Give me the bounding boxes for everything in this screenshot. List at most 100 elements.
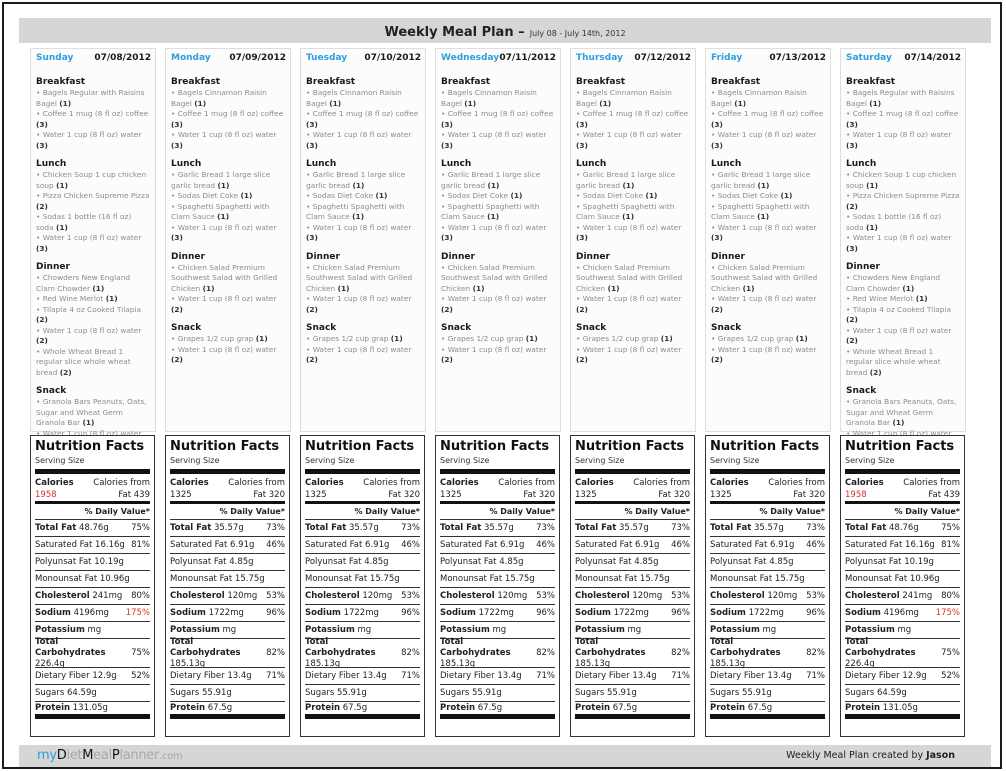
food-item[interactable]: • Water 1 cup (8 fl oz) water (3) <box>36 233 151 254</box>
food-item[interactable]: • Pizza Chicken Supreme Pizza (2) <box>36 191 151 212</box>
food-item[interactable]: • Coffee 1 mug (8 fl oz) coffee (3) <box>576 109 691 130</box>
food-item[interactable]: • Water 1 cup (8 fl oz) water (3) <box>306 223 421 244</box>
food-item[interactable]: • Water 1 cup (8 fl oz) water (3) <box>171 130 286 151</box>
food-item[interactable]: • Water 1 cup (8 fl oz) water (2) <box>846 326 961 347</box>
food-item[interactable]: • Sodas Diet Coke (1) <box>171 191 286 202</box>
nutrient-row-sugars: Sugars 64.59g <box>845 685 960 702</box>
site-logo[interactable]: myDietMealPlanner.com <box>37 748 183 763</box>
nutrient-label: Potassium mg <box>305 625 371 636</box>
food-item[interactable]: • Water 1 cup (8 fl oz) water (3) <box>576 130 691 151</box>
food-item[interactable]: • Coffee 1 mug (8 fl oz) coffee (3) <box>441 109 556 130</box>
food-item[interactable]: • Garlic Bread 1 large slice garlic brea… <box>306 170 421 191</box>
food-item[interactable]: • Pizza Chicken Supreme Pizza (2) <box>846 191 961 212</box>
food-item[interactable]: • Coffee 1 mug (8 fl oz) coffee (3) <box>306 109 421 130</box>
food-item[interactable]: • Water 1 cup (8 fl oz) water (3) <box>441 130 556 151</box>
food-item[interactable]: • Coffee 1 mug (8 fl oz) coffee (3) <box>711 109 826 130</box>
food-item[interactable]: • Garlic Bread 1 large slice garlic brea… <box>171 170 286 191</box>
food-item[interactable]: • Water 1 cup (8 fl oz) water (3) <box>576 223 691 244</box>
food-item[interactable]: • Water 1 cup (8 fl oz) water (2) <box>441 345 556 366</box>
days-row: Sunday 07/08/2012 Breakfast • Bagels Regula… <box>30 48 970 448</box>
food-item[interactable]: • Bagels Cinnamon Raisin Bagel (1) <box>711 88 826 109</box>
food-item[interactable]: • Red Wine Merlot (1) <box>846 294 961 305</box>
food-item[interactable]: • Chicken Salad Premium Southwest Salad … <box>441 263 556 295</box>
food-item[interactable]: • Bagels Regular with Raisins Bagel (1) <box>846 88 961 109</box>
food-item[interactable]: • Tilapia 4 oz Cooked Tilapia (2) <box>846 305 961 326</box>
food-item[interactable]: • Water 1 cup (8 fl oz) water (2) <box>576 345 691 366</box>
food-item[interactable]: • Bagels Cinnamon Raisin Bagel (1) <box>306 88 421 109</box>
food-item[interactable]: • Red Wine Merlot (1) <box>36 294 151 305</box>
food-item[interactable]: • Coffee 1 mug (8 fl oz) coffee (3) <box>36 109 151 130</box>
food-item[interactable]: • Grapes 1/2 cup grap (1) <box>576 334 691 345</box>
food-item[interactable]: • Granola Bars Peanuts, Oats, Sugar and … <box>846 397 961 429</box>
food-item[interactable]: • Water 1 cup (8 fl oz) water (3) <box>441 223 556 244</box>
food-item[interactable]: • Bagels Cinnamon Raisin Bagel (1) <box>576 88 691 109</box>
food-item[interactable]: • Water 1 cup (8 fl oz) water (2) <box>306 294 421 315</box>
food-item[interactable]: • Chicken Salad Premium Southwest Salad … <box>711 263 826 295</box>
food-item[interactable]: • Sodas 1 bottle (16 fl oz) soda (1) <box>846 212 961 233</box>
food-item[interactable]: • Bagels Cinnamon Raisin Bagel (1) <box>171 88 286 109</box>
food-item[interactable]: • Water 1 cup (8 fl oz) water (2) <box>711 294 826 315</box>
food-item[interactable]: • Water 1 cup (8 fl oz) water (2) <box>576 294 691 315</box>
food-quantity: (3) <box>846 140 858 150</box>
food-item[interactable]: • Water 1 cup (8 fl oz) water (3) <box>171 223 286 244</box>
food-item[interactable]: • Sodas Diet Coke (1) <box>711 191 826 202</box>
food-item[interactable]: • Spaghetti Spaghetti with Clam Sauce (1… <box>711 202 826 223</box>
food-item[interactable]: • Chowders New England Clam Chowder (1) <box>846 273 961 294</box>
food-item[interactable]: • Chicken Salad Premium Southwest Salad … <box>306 263 421 295</box>
food-quantity: (3) <box>711 233 723 242</box>
food-item[interactable]: • Sodas 1 bottle (16 fl oz) soda (1) <box>36 212 151 233</box>
food-item[interactable]: • Chicken Soup 1 cup chicken soup (1) <box>846 170 961 191</box>
food-item[interactable]: • Water 1 cup (8 fl oz) water (3) <box>846 130 961 151</box>
food-item[interactable]: • Grapes 1/2 cup grap (1) <box>171 334 286 345</box>
food-item[interactable]: • Water 1 cup (8 fl oz) water (3) <box>36 130 151 151</box>
day-date: 07/09/2012 <box>229 53 286 63</box>
food-item[interactable]: • Water 1 cup (8 fl oz) water (2) <box>36 326 151 347</box>
calories-block: Calories 1325 Calories from Fat 320 <box>170 474 285 501</box>
food-item[interactable]: • Spaghetti Spaghetti with Clam Sauce (1… <box>576 202 691 223</box>
food-item[interactable]: • Bagels Regular with Raisins Bagel (1) <box>36 88 151 109</box>
food-item[interactable]: • Chicken Soup 1 cup chicken soup (1) <box>36 170 151 191</box>
food-item[interactable]: • Tilapia 4 oz Cooked Tilapia (2) <box>36 305 151 326</box>
food-item[interactable]: • Water 1 cup (8 fl oz) water (3) <box>711 223 826 244</box>
food-name: • Grapes 1/2 cup grap <box>711 334 794 343</box>
food-item[interactable]: • Bagels Cinnamon Raisin Bagel (1) <box>441 88 556 109</box>
food-item[interactable]: • Water 1 cup (8 fl oz) water (2) <box>441 294 556 315</box>
food-item[interactable]: • Water 1 cup (8 fl oz) water (2) <box>306 345 421 366</box>
food-item[interactable]: • Spaghetti Spaghetti with Clam Sauce (1… <box>306 202 421 223</box>
food-item[interactable]: • Chicken Salad Premium Southwest Salad … <box>576 263 691 295</box>
food-item[interactable]: • Garlic Bread 1 large slice garlic brea… <box>711 170 826 191</box>
nutrient-daily-value: 53% <box>401 591 420 601</box>
food-item[interactable]: • Garlic Bread 1 large slice garlic brea… <box>576 170 691 191</box>
food-item[interactable]: • Whole Wheat Bread 1 regular slice whol… <box>846 347 961 379</box>
food-item[interactable]: • Garlic Bread 1 large slice garlic brea… <box>441 170 556 191</box>
food-item[interactable]: • Coffee 1 mug (8 fl oz) coffee (3) <box>171 109 286 130</box>
food-name: • Bagels Cinnamon Raisin Bagel <box>171 88 267 108</box>
food-item[interactable]: • Chowders New England Clam Chowder (1) <box>36 273 151 294</box>
food-item[interactable]: • Grapes 1/2 cup grap (1) <box>306 334 421 345</box>
nutrient-row-carbs: Total Carbohydrates 185.13g 82% <box>170 637 285 669</box>
food-item[interactable]: • Coffee 1 mug (8 fl oz) coffee (3) <box>846 109 961 130</box>
food-item[interactable]: • Granola Bars Peanuts, Oats, Sugar and … <box>36 397 151 429</box>
food-item[interactable]: • Spaghetti Spaghetti with Clam Sauce (1… <box>171 202 286 223</box>
meal-section-breakfast: Breakfast • Bagels Regular with Raisins B… <box>846 77 961 151</box>
food-item[interactable]: • Chicken Salad Premium Southwest Salad … <box>171 263 286 295</box>
food-item[interactable]: • Water 1 cup (8 fl oz) water (3) <box>306 130 421 151</box>
day-name: Tuesday <box>306 53 348 63</box>
food-item[interactable]: • Water 1 cup (8 fl oz) water (3) <box>711 130 826 151</box>
food-item[interactable]: • Sodas Diet Coke (1) <box>441 191 556 202</box>
food-item[interactable]: • Water 1 cup (8 fl oz) water (2) <box>711 345 826 366</box>
food-item[interactable]: • Sodas Diet Coke (1) <box>306 191 421 202</box>
food-item[interactable]: • Grapes 1/2 cup grap (1) <box>441 334 556 345</box>
daily-value-header: % Daily Value* <box>575 504 690 520</box>
day-name: Friday <box>711 53 743 63</box>
food-item[interactable]: • Water 1 cup (8 fl oz) water (3) <box>846 233 961 254</box>
food-item[interactable]: • Grapes 1/2 cup grap (1) <box>711 334 826 345</box>
food-item[interactable]: • Sodas Diet Coke (1) <box>576 191 691 202</box>
nutrient-label: Saturated Fat 16.16g <box>845 540 935 551</box>
food-item[interactable]: • Water 1 cup (8 fl oz) water (2) <box>171 294 286 315</box>
food-item[interactable]: • Whole Wheat Bread 1 regular slice whol… <box>36 347 151 379</box>
food-item[interactable]: • Spaghetti Spaghetti with Clam Sauce (1… <box>441 202 556 223</box>
serving-size-label: Serving Size <box>440 456 490 465</box>
nutrient-row-cholesterol: Cholesterol 120mg 53% <box>575 588 690 605</box>
food-item[interactable]: • Water 1 cup (8 fl oz) water (2) <box>171 345 286 366</box>
